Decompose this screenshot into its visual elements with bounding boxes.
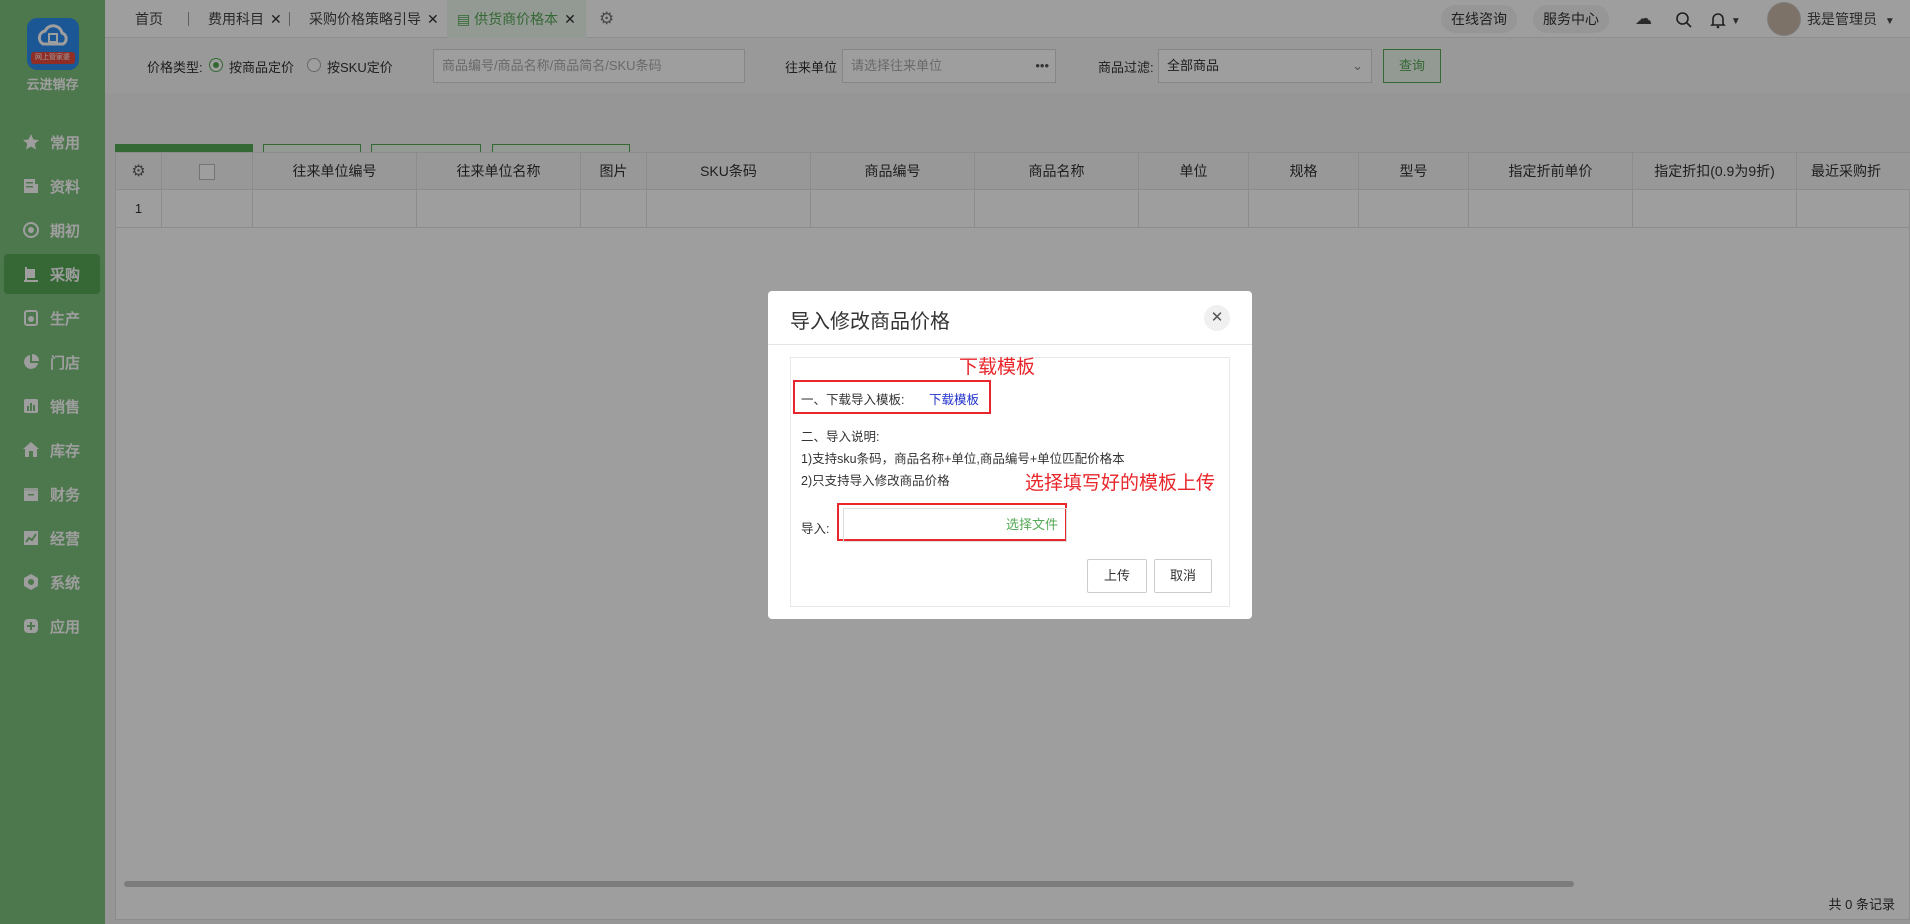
import-note-2: 2)只支持导入修改商品价格 xyxy=(801,474,950,488)
divider xyxy=(768,344,1252,345)
choose-file-label[interactable]: 选择文件 xyxy=(1006,517,1058,532)
close-icon[interactable]: ✕ xyxy=(1204,305,1230,331)
annotation-download: 下载模板 xyxy=(959,357,1036,378)
dialog-body: 下载模板 一、下载导入模板: 下载模板 二、导入说明: 1)支持sku条码，商品… xyxy=(790,357,1230,607)
dialog-title: 导入修改商品价格 xyxy=(790,311,950,333)
import-label: 导入: xyxy=(801,522,830,536)
upload-button[interactable]: 上传 xyxy=(1087,559,1147,593)
download-template-link[interactable]: 下载模板 xyxy=(929,389,979,408)
import-note-1: 1)支持sku条码，商品名称+单位,商品编号+单位匹配价格本 xyxy=(801,452,1125,466)
step1-label: 一、下载导入模板: xyxy=(801,393,905,407)
import-price-dialog: 导入修改商品价格 ✕ 下载模板 一、下载导入模板: 下载模板 二、导入说明: 1… xyxy=(768,291,1252,619)
annotation-upload: 选择填写好的模板上传 xyxy=(1025,473,1216,494)
step2-label: 二、导入说明: xyxy=(801,430,880,444)
cancel-button[interactable]: 取消 xyxy=(1154,559,1212,593)
file-select-input[interactable]: 选择文件 xyxy=(843,508,1067,542)
